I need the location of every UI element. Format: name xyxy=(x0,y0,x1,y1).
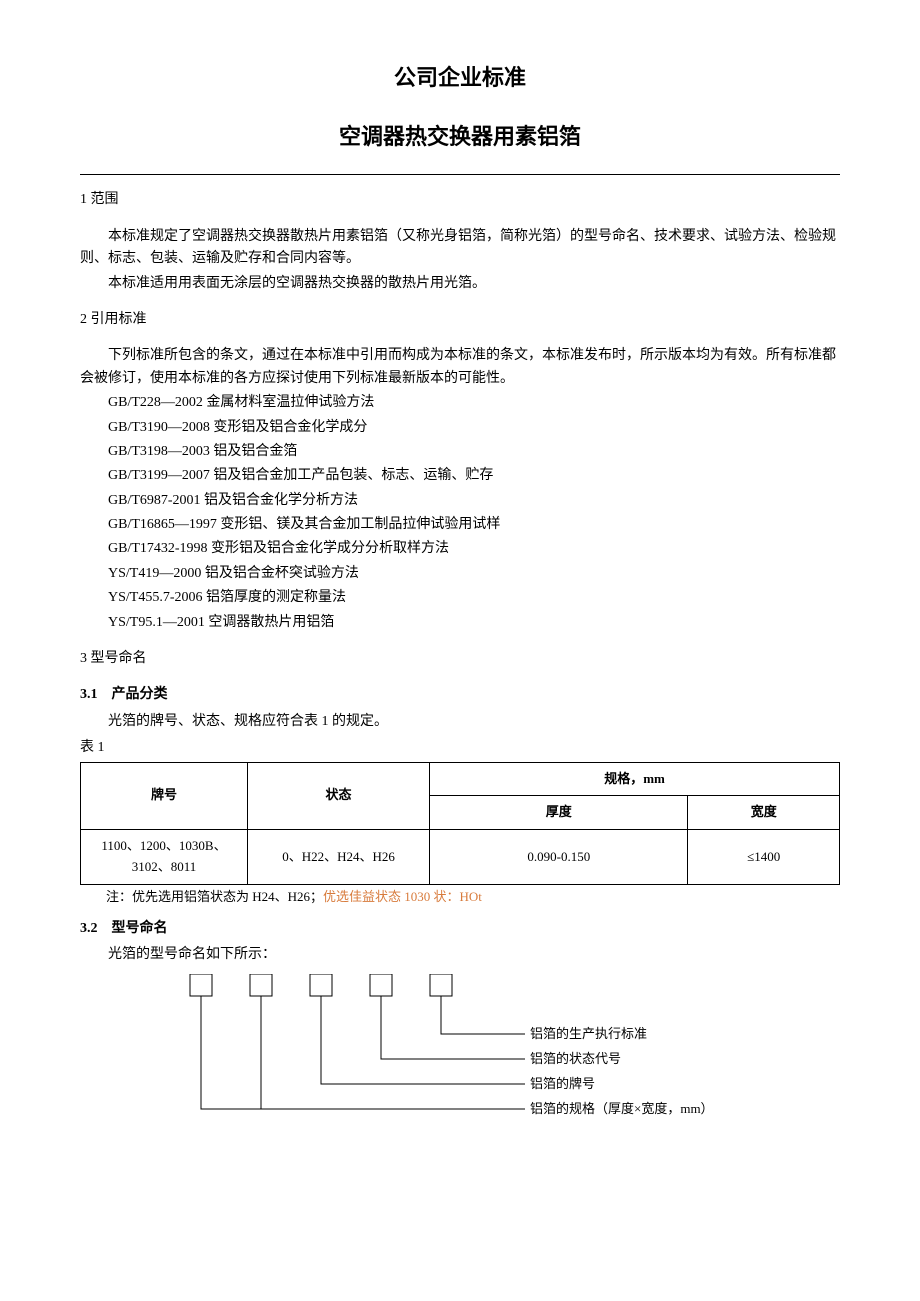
connector-line xyxy=(381,996,525,1059)
section-3-2-p: 光箔的型号命名如下所示： xyxy=(80,944,840,966)
th-thickness: 厚度 xyxy=(430,796,688,830)
naming-diagram: 铝箔的生产执行标准 铝箔的状态代号 铝箔的牌号 铝箔的规格（厚度×宽度，mm） xyxy=(180,974,840,1134)
box-icon xyxy=(310,974,332,996)
td-width: ≤1400 xyxy=(688,830,840,885)
section-1-p2: 本标准适用用表面无涂层的空调器热交换器的散热片用光箔。 xyxy=(80,273,840,295)
table-1-note: 注：优先选用铝箔状态为 H24、H26；优选佳益状态 1030 状：HOt xyxy=(80,887,840,908)
table-1: 牌号 状态 规格，mm 厚度 宽度 1100、1200、1030B、3102、8… xyxy=(80,762,840,885)
section-3-2-heading: 3.2 型号命名 xyxy=(80,918,840,940)
naming-diagram-svg: 铝箔的生产执行标准 铝箔的状态代号 铝箔的牌号 铝箔的规格（厚度×宽度，mm） xyxy=(180,974,740,1134)
box-icon xyxy=(370,974,392,996)
diagram-label-4: 铝箔的规格（厚度×宽度，mm） xyxy=(530,1101,714,1116)
connector-line xyxy=(441,996,525,1034)
std-item: YS/T419—2000 铝及铝合金杯突试验方法 xyxy=(80,563,840,585)
section-3-1-heading: 3.1 产品分类 xyxy=(80,684,840,706)
connector-line xyxy=(201,996,261,1109)
th-width: 宽度 xyxy=(688,796,840,830)
connector-line xyxy=(261,996,525,1109)
std-item: YS/T95.1—2001 空调器散热片用铝箔 xyxy=(80,612,840,634)
sub-title: 空调器热交换器用素铝箔 xyxy=(80,119,840,154)
std-item: GB/T3198—2003 铝及铝合金箔 xyxy=(80,441,840,463)
section-2-heading: 2 引用标准 xyxy=(80,309,840,331)
std-item: GB/T228—2002 金属材料室温拉伸试验方法 xyxy=(80,392,840,414)
main-title: 公司企业标准 xyxy=(80,60,840,95)
table-header-row: 牌号 状态 规格，mm xyxy=(81,762,840,796)
section-3-1-p: 光箔的牌号、状态、规格应符合表 1 的规定。 xyxy=(80,711,840,733)
td-state: 0、H22、H24、H26 xyxy=(247,830,429,885)
section-1-p1: 本标准规定了空调器热交换器散热片用素铝箔（又称光身铝箔，简称光箔）的型号命名、技… xyxy=(80,226,840,271)
std-item: GB/T6987-2001 铝及铝合金化学分析方法 xyxy=(80,490,840,512)
th-spec: 规格，mm xyxy=(430,762,840,796)
th-grade: 牌号 xyxy=(81,762,248,830)
std-item: GB/T3190—2008 变形铝及铝合金化学成分 xyxy=(80,417,840,439)
std-item: YS/T455.7-2006 铝箔厚度的测定称量法 xyxy=(80,587,840,609)
box-icon xyxy=(190,974,212,996)
note-red: 优选佳益状态 1030 状：HOt xyxy=(323,889,482,904)
box-icon xyxy=(250,974,272,996)
section-2-intro: 下列标准所包含的条文，通过在本标准中引用而构成为本标准的条文，本标准发布时，所示… xyxy=(80,345,840,390)
table-row: 1100、1200、1030B、3102、8011 0、H22、H24、H26 … xyxy=(81,830,840,885)
td-thickness: 0.090-0.150 xyxy=(430,830,688,885)
diagram-label-3: 铝箔的牌号 xyxy=(530,1076,595,1091)
table-1-caption: 表 1 xyxy=(80,737,840,759)
th-state: 状态 xyxy=(247,762,429,830)
diagram-label-2: 铝箔的状态代号 xyxy=(530,1051,621,1066)
std-item: GB/T16865—1997 变形铝、镁及其合金加工制品拉伸试验用试样 xyxy=(80,514,840,536)
section-1-heading: 1 范围 xyxy=(80,189,840,211)
box-icon xyxy=(430,974,452,996)
td-grade: 1100、1200、1030B、3102、8011 xyxy=(81,830,248,885)
section-3-heading: 3 型号命名 xyxy=(80,648,840,670)
std-item: GB/T17432-1998 变形铝及铝合金化学成分分析取样方法 xyxy=(80,538,840,560)
divider-line xyxy=(80,174,840,175)
std-item: GB/T3199—2007 铝及铝合金加工产品包装、标志、运输、贮存 xyxy=(80,465,840,487)
connector-line xyxy=(321,996,525,1084)
diagram-label-1: 铝箔的生产执行标准 xyxy=(530,1026,647,1041)
note-black: 注：优先选用铝箔状态为 H24、H26； xyxy=(106,889,323,904)
